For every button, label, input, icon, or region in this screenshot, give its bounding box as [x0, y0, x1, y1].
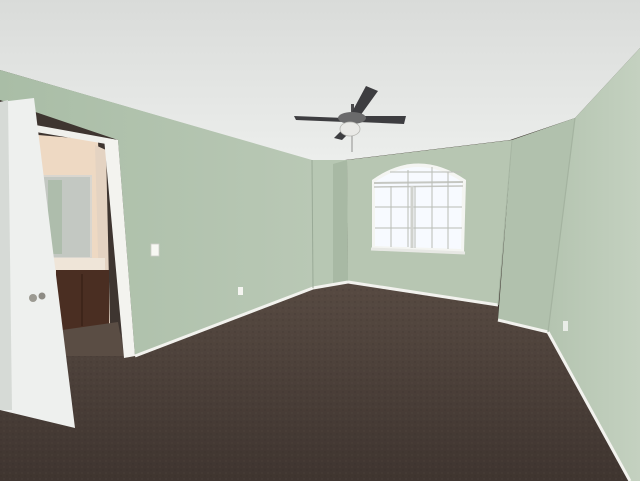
fan-light [339, 121, 361, 137]
light-switch[interactable] [150, 243, 160, 257]
bedroom-scene [0, 0, 640, 481]
vanity-countertop [53, 258, 105, 272]
arched-window-glass [375, 167, 462, 249]
window-divider-lower [373, 185, 464, 188]
door-knob[interactable] [29, 294, 37, 302]
wall-outlet-right [563, 321, 568, 331]
wall-column-side [333, 160, 348, 286]
wall-outlet [238, 287, 243, 295]
door-knob-back [38, 292, 46, 300]
window-divider-horizontal [373, 181, 464, 184]
